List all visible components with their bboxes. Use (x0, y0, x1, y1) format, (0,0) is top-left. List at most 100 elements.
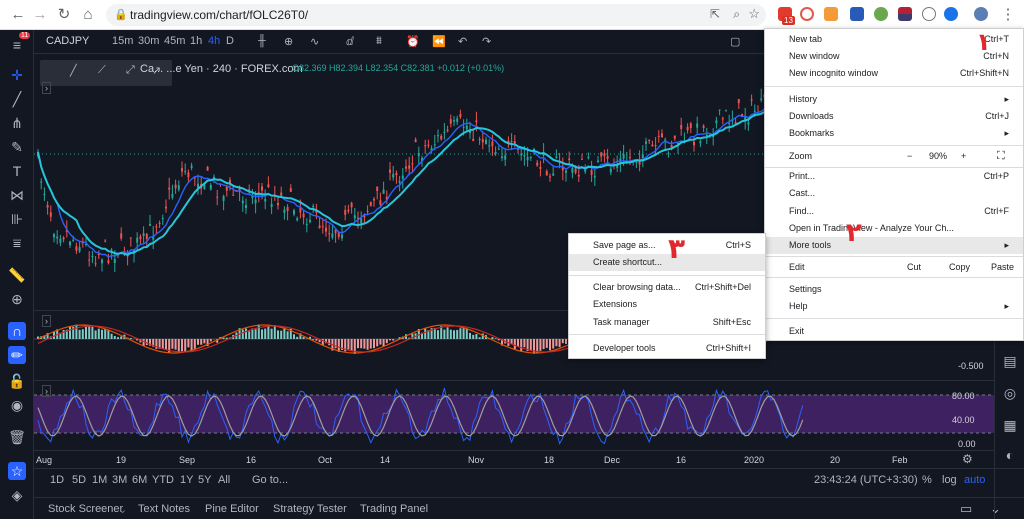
redo-icon[interactable]: ↷ (482, 35, 491, 48)
ray-tool-icon[interactable]: ⟋ (98, 64, 106, 77)
trash-icon[interactable]: 🗑 (8, 428, 26, 446)
legend-collapse-icon[interactable]: › (42, 82, 51, 94)
menu-item-find[interactable]: Find... Ctrl+F (765, 203, 1023, 220)
maximize-panel-icon[interactable]: ▭ (960, 501, 972, 517)
menu-item-bookmarks[interactable]: Bookmarks ▸ (765, 125, 1023, 142)
goto-button[interactable]: Go to... (252, 474, 288, 486)
templates-icon[interactable]: ⩩ (376, 35, 382, 48)
interval-15m[interactable]: 15m (112, 35, 133, 47)
reload-icon[interactable]: ↻ (54, 5, 74, 25)
pattern-icon[interactable]: ⋈ (8, 186, 26, 204)
home-icon[interactable]: ⌂ (78, 5, 98, 25)
edit-copy-button[interactable]: Copy (949, 259, 970, 276)
auto-scale-button[interactable]: auto (964, 474, 985, 486)
fib-icon[interactable]: ⋔ (8, 114, 26, 132)
icons-tool-icon[interactable]: ⩸ (8, 234, 26, 252)
menu-item-cast[interactable]: Cast... (765, 185, 1023, 202)
earth-extension-icon[interactable] (944, 7, 958, 21)
zoom-in-icon[interactable]: ⊕ (8, 290, 26, 308)
replay-icon[interactable]: ⏪ (432, 35, 446, 48)
edit-cut-button[interactable]: Cut (907, 259, 921, 276)
percent-scale-button[interactable]: % (922, 474, 932, 486)
visibility-icon[interactable]: ◉ (8, 396, 26, 414)
stoch-collapse-icon[interactable]: › (42, 385, 51, 397)
ruler-icon[interactable]: 📏 (8, 266, 26, 284)
menu-item-print[interactable]: Print... Ctrl+P (765, 168, 1023, 185)
log-scale-button[interactable]: log (942, 474, 957, 486)
range-3m[interactable]: 3M (112, 474, 127, 486)
submenu-item-create-shortcut[interactable]: Create shortcut... (569, 254, 765, 271)
chevron-down-icon[interactable]: ⌄ (118, 503, 127, 516)
layers-icon[interactable]: ◈ (8, 486, 26, 504)
tab-stock-screener[interactable]: Stock Screener (48, 503, 123, 515)
globe-extension-icon[interactable] (922, 7, 936, 21)
symbol-search[interactable]: CADJPY (46, 35, 89, 47)
chrome-menu-kebab-icon[interactable]: ⋮ (998, 5, 1018, 25)
bookmark-star-icon[interactable]: ☆ (748, 6, 760, 22)
submenu-item-developer-tools[interactable]: Developer tools Ctrl+Shift+I (569, 340, 765, 357)
calendar-icon[interactable]: ▦ (1001, 416, 1019, 434)
forward-icon[interactable]: → (30, 5, 50, 25)
watchlist-star-icon[interactable]: ☆ (8, 462, 26, 480)
undo-icon[interactable]: ↶ (458, 35, 467, 48)
submenu-item-clear-data[interactable]: Clear browsing data... Ctrl+Shift+Del (569, 279, 765, 296)
interval-d[interactable]: D (226, 35, 234, 47)
range-all[interactable]: All (218, 474, 230, 486)
chat-icon[interactable]: ▤ (1001, 352, 1019, 370)
submenu-item-task-manager[interactable]: Task manager Shift+Esc (569, 314, 765, 331)
menu-item-more-tools[interactable]: More tools ▸ (765, 237, 1023, 254)
tab-text-notes[interactable]: Text Notes (138, 503, 190, 515)
interval-45m[interactable]: 45m (164, 35, 185, 47)
magnet-icon[interactable]: ∩ (8, 322, 26, 340)
edit-paste-button[interactable]: Paste (991, 259, 1014, 276)
tab-strategy-tester[interactable]: Strategy Tester (273, 503, 347, 515)
menu-item-downloads[interactable]: Downloads Ctrl+J (765, 108, 1023, 125)
target-extension-icon[interactable] (800, 7, 814, 21)
zoom-out-button[interactable]: − (907, 148, 912, 165)
layout-icon[interactable]: ▢ (730, 35, 740, 48)
chevron-extension-icon[interactable] (850, 7, 864, 21)
macd-collapse-icon[interactable]: › (42, 315, 51, 327)
stochastic-pane[interactable]: › 80.00 40.00 0.00 (34, 380, 994, 450)
trendline-icon[interactable]: ╱ (8, 90, 26, 108)
range-1d[interactable]: 1D (50, 474, 64, 486)
menu-item-settings[interactable]: Settings (765, 281, 1023, 298)
interval-1h[interactable]: 1h (190, 35, 202, 47)
range-6m[interactable]: 6M (132, 474, 147, 486)
tab-pine-editor[interactable]: Pine Editor (205, 503, 259, 515)
submenu-item-save-page[interactable]: Save page as... Ctrl+S (569, 237, 765, 254)
zoom-in-button[interactable]: + (961, 148, 966, 165)
menu-item-open-in-app[interactable]: Open in TradingView - Analyze Your Ch... (765, 220, 1023, 237)
range-1m[interactable]: 1M (92, 474, 107, 486)
add-indicator-icon[interactable]: ⊕ (284, 35, 293, 48)
axis-settings-gear-icon[interactable]: ⚙ (962, 452, 973, 466)
text-icon[interactable]: T (8, 162, 26, 180)
notification-bell-icon[interactable]: ◐ (1001, 446, 1019, 464)
fox-extension-icon[interactable] (824, 7, 838, 21)
submenu-item-extensions[interactable]: Extensions (569, 296, 765, 313)
menu-item-new-incognito[interactable]: New incognito window Ctrl+Shift+N (765, 65, 1023, 82)
address-bar[interactable]: 🔒 tradingview.com/chart/fOLC26T0/ ⇱ ⌕ ☆ (106, 4, 766, 26)
candle-style-icon[interactable]: ╫ (258, 35, 266, 47)
tab-trading-panel[interactable]: Trading Panel (360, 503, 428, 515)
range-5y[interactable]: 5Y (198, 474, 211, 486)
profile-avatar[interactable] (974, 7, 988, 21)
indicators-icon[interactable]: ∿ (310, 35, 319, 48)
extended-tool-icon[interactable]: ⤢ (126, 64, 135, 77)
range-5d[interactable]: 5D (72, 474, 86, 486)
line-tool-icon[interactable]: ╱ (70, 64, 77, 77)
flag-extension-icon[interactable] (898, 7, 912, 21)
clock-timezone[interactable]: 23:43:24 (UTC+3:30) (814, 474, 918, 486)
turtle-extension-icon[interactable] (874, 7, 888, 21)
search-icon[interactable]: ⌕ (733, 7, 740, 22)
fullscreen-icon[interactable]: ⛶ (997, 148, 1005, 165)
menu-item-help[interactable]: Help ▸ (765, 298, 1023, 315)
interval-30m[interactable]: 30m (138, 35, 159, 47)
time-axis[interactable]: Aug 19 Sep 16 Oct 14 Nov 18 Dec 16 2020 … (34, 450, 994, 468)
range-1y[interactable]: 1Y (180, 474, 193, 486)
back-icon[interactable]: ← (8, 5, 28, 25)
range-ytd[interactable]: YTD (152, 474, 174, 486)
lock-drawings-icon[interactable]: 🔓 (8, 372, 26, 390)
prediction-icon[interactable]: ⊪ (8, 210, 26, 228)
financials-icon[interactable]: ⅆ (346, 35, 354, 48)
